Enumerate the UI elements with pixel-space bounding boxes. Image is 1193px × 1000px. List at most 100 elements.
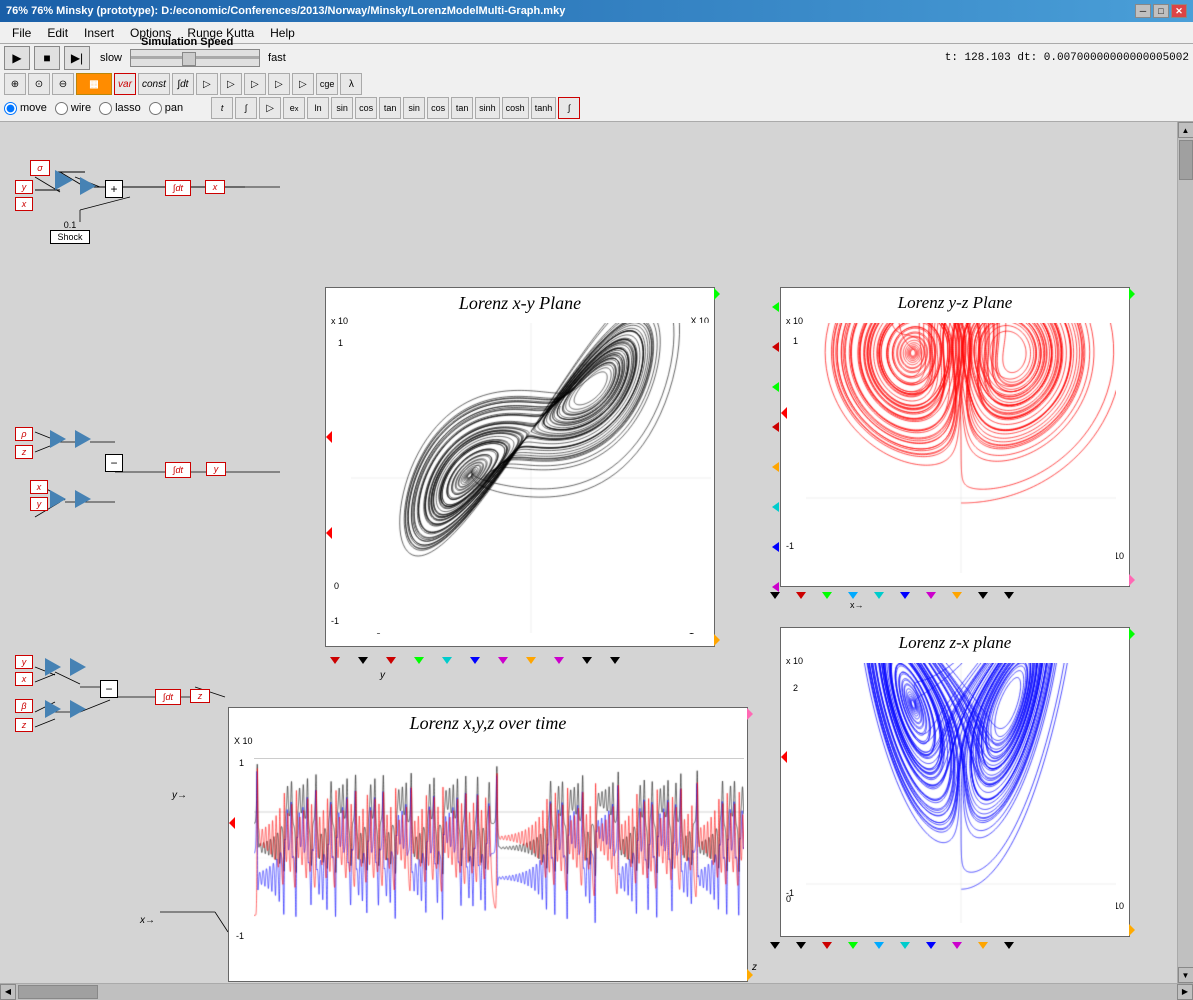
zx-bm5 — [874, 942, 884, 949]
var-button[interactable]: var — [114, 73, 136, 95]
yz-plane-plot[interactable]: Lorenz y-z Plane x 10 x 10 1 -1 0 — [780, 287, 1130, 587]
zoom-out-button[interactable]: ⊖ — [52, 73, 74, 95]
pow-btn[interactable]: ex — [283, 97, 305, 119]
zx-bm1 — [770, 942, 780, 949]
menu-help[interactable]: Help — [262, 24, 303, 42]
ts-y-neg1: -1 — [236, 931, 244, 941]
integrator-top: ∫dt — [165, 180, 191, 196]
cos-btn[interactable]: cos — [355, 97, 377, 119]
cge-button[interactable]: cge — [316, 73, 339, 95]
lambda-button[interactable]: λ — [340, 73, 362, 95]
yz-canvas — [806, 323, 1116, 573]
minimize-button[interactable]: ─ — [1135, 4, 1151, 18]
xy-rm7 — [772, 542, 779, 552]
yz-x10: x 10 — [786, 316, 803, 326]
mode-pan[interactable]: pan — [149, 102, 183, 115]
zoom-normal-button[interactable]: ⊙ — [28, 73, 50, 95]
scroll-left-arrow[interactable]: ◀ — [0, 984, 16, 1000]
mode-wire[interactable]: wire — [55, 102, 91, 115]
euler-btn[interactable]: ∫ — [235, 97, 257, 119]
scrollbar-bottom[interactable]: ◀ ▶ — [0, 983, 1193, 999]
yz-y1: 1 — [793, 336, 798, 346]
plus-block-1: + — [105, 180, 123, 198]
cosh-btn[interactable]: cosh — [502, 97, 529, 119]
zx-bm7 — [926, 942, 936, 949]
yz-marker-green — [1129, 288, 1135, 300]
scroll-thumb[interactable] — [1179, 140, 1193, 180]
scroll-up-arrow[interactable]: ▲ — [1178, 122, 1193, 138]
zx-plane-plot[interactable]: Lorenz z-x plane x 10 x 10 2 0 -1 0 — [780, 627, 1130, 937]
canvas-area[interactable]: σ y x + ∫dt x 0.1 Shock ρ z x y — [0, 122, 1177, 983]
scrollbar-right[interactable]: ▲ ▼ — [1177, 122, 1193, 983]
arrow-right-btn1[interactable]: ▷ — [196, 73, 218, 95]
arrow2-btn1[interactable]: ▷ — [259, 97, 281, 119]
sin2-btn[interactable]: sin — [403, 97, 425, 119]
sinh-btn[interactable]: sinh — [475, 97, 500, 119]
arrow-right-btn4[interactable]: ▷ — [268, 73, 290, 95]
maximize-button[interactable]: □ — [1153, 4, 1169, 18]
integral-button[interactable]: ∫dt — [172, 73, 194, 95]
cos2-btn[interactable]: cos — [427, 97, 449, 119]
godley-button[interactable]: ▦ — [76, 73, 112, 95]
arrow-right-btn2[interactable]: ▷ — [220, 73, 242, 95]
m1 — [330, 657, 340, 664]
mode-move[interactable]: move — [4, 102, 47, 115]
xy-plane-title: Lorenz x-y Plane — [326, 293, 714, 314]
step-button[interactable]: ▶| — [64, 46, 90, 70]
scroll-right-arrow[interactable]: ▶ — [1177, 984, 1193, 1000]
scroll-down-arrow[interactable]: ▼ — [1178, 967, 1193, 983]
mode-lasso[interactable]: lasso — [99, 102, 141, 115]
menu-file[interactable]: File — [4, 24, 39, 42]
xy-rm8 — [772, 582, 779, 592]
tan2-btn[interactable]: tan — [451, 97, 473, 119]
y-var-bot: y — [15, 655, 33, 669]
menu-insert[interactable]: Insert — [76, 24, 122, 42]
zx-bm8 — [952, 942, 962, 949]
stop-button[interactable]: ■ — [34, 46, 60, 70]
xy-y-0: 0 — [334, 581, 339, 591]
mult-triangle-6 — [75, 490, 91, 508]
m7 — [498, 657, 508, 664]
y-var-mid: y — [30, 497, 48, 511]
zx-bm9 — [978, 942, 988, 949]
xy-canvas — [351, 323, 711, 633]
tanh-btn[interactable]: tanh — [531, 97, 557, 119]
play-button[interactable]: ▶ — [4, 46, 30, 70]
zx-bm10 — [1004, 942, 1014, 949]
m2 — [358, 657, 368, 664]
mult-triangle-7 — [45, 658, 61, 676]
integral2-btn[interactable]: ∫ — [558, 97, 580, 119]
time-series-title: Lorenz x,y,z over time — [229, 713, 747, 734]
yz-m2 — [796, 592, 806, 599]
arrow-right-btn5[interactable]: ▷ — [292, 73, 314, 95]
const-button[interactable]: const — [138, 73, 170, 95]
menu-edit[interactable]: Edit — [39, 24, 76, 42]
xy-plane-plot[interactable]: Lorenz x-y Plane x 10 X 10 1 0 -1 0 1 — [325, 287, 715, 647]
m8 — [526, 657, 536, 664]
xy-rm1 — [772, 302, 779, 312]
time-series-plot[interactable]: Lorenz x,y,z over time X 10 x 100 1 -1 0… — [228, 707, 748, 982]
speed-slow-label: slow — [100, 52, 122, 64]
ln-btn[interactable]: ln — [307, 97, 329, 119]
arrow-right-btn3[interactable]: ▷ — [244, 73, 266, 95]
ts-marker-pink — [747, 708, 753, 720]
x-output-top: x — [205, 180, 225, 194]
minus-block: − — [105, 454, 123, 472]
speed-slider-container[interactable]: Simulation Speed — [130, 49, 260, 67]
sim-controls: ▶ ■ ▶| slow Simulation Speed fast t: 128… — [4, 46, 1189, 70]
integrator-bot: ∫dt — [155, 689, 181, 705]
sin-btn[interactable]: sin — [331, 97, 353, 119]
zx-x10: x 10 — [786, 656, 803, 666]
yz-m5 — [874, 592, 884, 599]
rho-var: ρ — [15, 427, 33, 441]
zoom-in-button[interactable]: ⊕ — [4, 73, 26, 95]
yz-m1 — [770, 592, 780, 599]
time-btn[interactable]: t — [211, 97, 233, 119]
scroll-thumb-h[interactable] — [18, 985, 98, 999]
mult-triangle-10 — [70, 700, 86, 718]
z-var-bot: z — [15, 718, 33, 732]
yz-m8 — [952, 592, 962, 599]
tan-btn[interactable]: tan — [379, 97, 401, 119]
marker-green-right-top — [714, 288, 720, 300]
close-button[interactable]: ✕ — [1171, 4, 1187, 18]
